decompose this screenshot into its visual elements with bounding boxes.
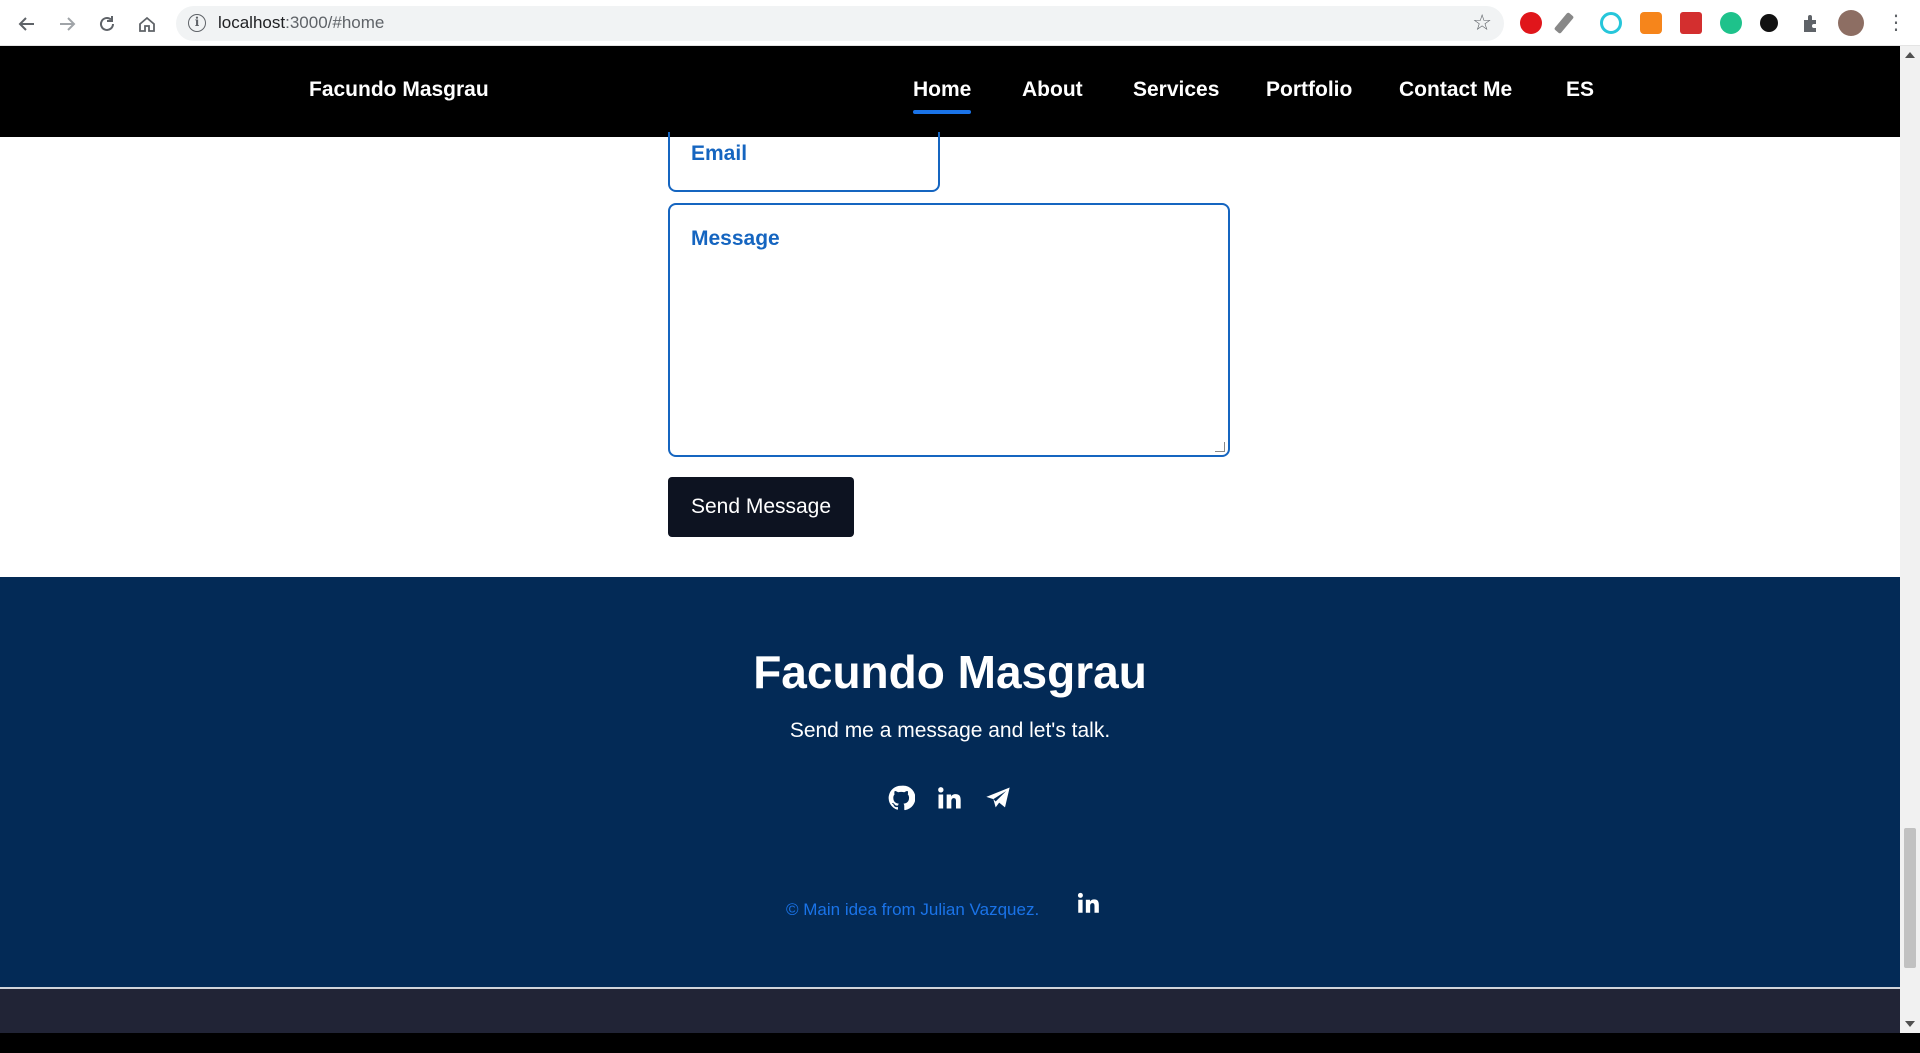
linkedin-icon[interactable] [935,784,963,812]
credit-text[interactable]: © Main idea from Julian Vazquez. [786,900,1039,920]
brand-name[interactable]: Facundo Masgrau [309,78,489,102]
footer: Facundo Masgrau Send me a message and le… [0,577,1900,987]
bookmark-star-icon[interactable]: ☆ [1472,11,1492,36]
home-icon[interactable] [134,11,160,37]
top-navbar: Facundo Masgrau Home About Services Port… [0,46,1900,137]
send-message-button[interactable]: Send Message [668,477,854,537]
nav-language-toggle[interactable]: ES [1566,78,1594,102]
eyedropper-extension-icon[interactable] [1553,12,1575,34]
email-placeholder: Email [691,142,748,165]
menu-dots-icon[interactable]: ⋮ [1886,12,1906,34]
scroll-down-arrow-icon[interactable] [1905,1021,1915,1027]
scrollbar-thumb[interactable] [1904,828,1916,968]
message-field[interactable]: Message [668,203,1230,457]
forward-icon[interactable] [54,11,80,37]
page-scrollbar[interactable] [1900,46,1920,1033]
github-icon[interactable] [887,784,916,812]
telegram-icon[interactable] [984,784,1012,812]
browser-toolbar: i localhost:3000/#home ☆ ⋮ [0,0,1920,46]
scroll-up-arrow-icon[interactable] [1905,52,1915,58]
email-field[interactable]: Email [668,132,940,192]
credit-linkedin-icon[interactable] [1075,890,1101,916]
resize-handle-icon[interactable] [1215,442,1225,452]
back-icon[interactable] [14,11,40,37]
cyan-extension-icon[interactable] [1600,12,1622,34]
nav-home[interactable]: Home [913,78,972,114]
reload-icon[interactable] [94,11,120,37]
nav-about[interactable]: About [1022,78,1083,102]
red-extension-icon[interactable] [1680,12,1702,34]
nav-services[interactable]: Services [1133,78,1219,102]
puzzle-extensions-icon[interactable] [1800,12,1822,34]
metamask-extension-icon[interactable] [1640,12,1662,34]
footer-subtitle: Send me a message and let's talk. [789,719,1111,742]
nav-portfolio[interactable]: Portfolio [1266,78,1352,102]
site-info-icon[interactable]: i [188,14,206,32]
nav-contact-me[interactable]: Contact Me [1399,78,1512,102]
dark-extension-icon[interactable] [1760,14,1778,32]
address-bar[interactable]: i localhost:3000/#home ☆ [176,6,1504,41]
footer-title: Facundo Masgrau [753,646,1147,698]
opera-extension-icon[interactable] [1520,12,1542,34]
profile-avatar[interactable] [1838,10,1864,36]
bottom-strip [0,989,1900,1033]
window-bottom-edge [0,1033,1920,1053]
check-extension-icon[interactable] [1720,12,1742,34]
url-text: localhost:3000/#home [218,13,385,32]
message-placeholder: Message [691,227,780,250]
page-viewport: Facundo Masgrau Home About Services Port… [0,46,1900,1033]
